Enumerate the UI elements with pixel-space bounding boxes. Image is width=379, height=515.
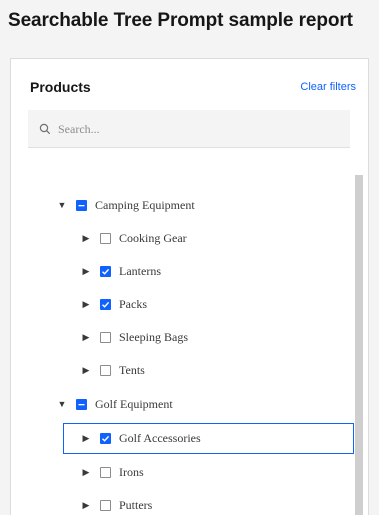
tree-item-golf-accessories[interactable]: ▶ Golf Accessories [63,423,354,454]
checkbox-sleeping-bags[interactable] [100,331,111,343]
tree-item-putters[interactable]: ▶ Putters [80,492,153,515]
tree-item-label: Lanterns [119,263,161,278]
tree-item-sleeping-bags[interactable]: ▶ Sleeping Bags [80,324,188,350]
checkbox-packs[interactable] [100,298,111,310]
tree-item-label: Packs [119,296,147,311]
panel-header: Products Clear filters [11,59,368,111]
checkbox-lanterns[interactable] [100,265,111,277]
caret-right-icon[interactable]: ▶ [80,232,92,244]
caret-right-icon[interactable]: ▶ [80,499,92,511]
tree-item-label: Camping Equipment [95,197,195,212]
tree-item-label: Tents [119,362,145,377]
checkbox-tents[interactable] [100,364,111,376]
report-title: Searchable Tree Prompt sample report [8,10,353,31]
search-icon [39,123,50,134]
caret-right-icon[interactable]: ▶ [80,364,92,376]
tree-item-lanterns[interactable]: ▶ Lanterns [80,258,161,284]
tree-item-label: Cooking Gear [119,230,187,245]
checkmark-icon [102,435,110,442]
caret-right-icon[interactable]: ▶ [80,265,92,277]
tree-item-label: Sleeping Bags [119,329,188,344]
checkbox-golf-equipment[interactable] [76,398,87,410]
indeterminate-icon [78,403,85,405]
tree-item-label: Irons [119,464,144,479]
tree-item-tents[interactable]: ▶ Tents [80,357,145,383]
clear-filters-link[interactable]: Clear filters [300,81,356,93]
caret-down-icon[interactable]: ▼ [56,398,68,410]
products-filter-panel: Products Clear filters ▼ Camping Equipme… [10,58,369,515]
search-box[interactable] [28,110,350,148]
caret-down-icon[interactable]: ▼ [56,199,68,211]
caret-right-icon[interactable]: ▶ [80,331,92,343]
caret-right-icon[interactable]: ▶ [80,298,92,310]
product-tree: ▼ Camping Equipment ▶ Cooking Gear ▶ Lan… [11,167,366,515]
tree-item-packs[interactable]: ▶ Packs [80,291,147,317]
checkmark-icon [102,301,110,308]
tree-item-label: Putters [119,497,153,512]
checkbox-golf-accessories[interactable] [100,433,111,444]
tree-item-label: Golf Accessories [119,431,201,445]
checkmark-icon [102,268,110,275]
checkbox-cooking-gear[interactable] [100,232,111,244]
indeterminate-icon [78,204,85,206]
tree-scrollbar-thumb[interactable] [355,175,363,515]
caret-right-icon[interactable]: ▶ [80,466,92,478]
tree-item-golf-equipment[interactable]: ▼ Golf Equipment [56,391,173,417]
panel-title: Products [30,79,91,95]
report-page: Searchable Tree Prompt sample report Pro… [0,0,379,515]
tree-item-camping-equipment[interactable]: ▼ Camping Equipment [56,192,195,218]
search-input[interactable] [54,110,344,148]
tree-item-irons[interactable]: ▶ Irons [80,459,144,485]
checkbox-irons[interactable] [100,466,111,478]
checkbox-camping-equipment[interactable] [76,199,87,211]
tree-item-label: Golf Equipment [95,396,173,411]
caret-right-icon[interactable]: ▶ [80,433,92,445]
tree-item-cooking-gear[interactable]: ▶ Cooking Gear [80,225,187,251]
checkbox-putters[interactable] [100,499,111,511]
